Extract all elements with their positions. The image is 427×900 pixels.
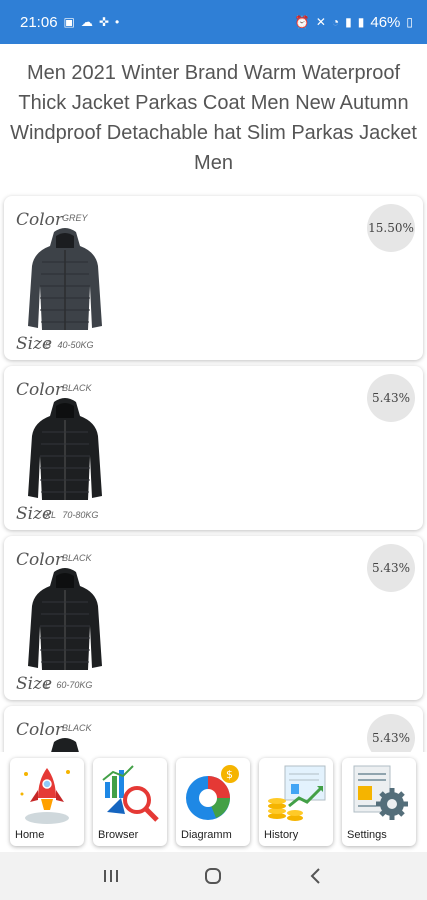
nav-label: Browser xyxy=(98,829,139,841)
dot-icon: • xyxy=(114,15,120,29)
size-value: XL 70-80KG xyxy=(45,510,99,520)
size-value: L 60-70KG xyxy=(45,680,93,690)
rocket-icon xyxy=(20,768,70,824)
recent-apps-button[interactable] xyxy=(96,861,126,891)
back-chevron-icon xyxy=(310,868,320,884)
growth-chart-icon xyxy=(268,765,326,821)
product-title: Men 2021 Winter Brand Warm Waterproof Th… xyxy=(10,62,417,174)
size-value: S 40-50KG xyxy=(45,340,94,350)
variant-card[interactable]: Color BLACK 5.43% xyxy=(4,706,423,752)
system-nav-bar xyxy=(0,852,427,900)
signal-icon: ▮ xyxy=(357,15,365,29)
jacket-image xyxy=(51,738,79,752)
home-circle-icon xyxy=(205,868,222,884)
jacket-image xyxy=(28,228,102,330)
color-value: GREY xyxy=(62,213,88,223)
nav-label: Settings xyxy=(347,829,387,841)
nav-diagramm[interactable]: $ Diagramm xyxy=(176,758,250,846)
status-time: 21:06 xyxy=(20,13,58,31)
variant-card[interactable]: Color GREY Size S 40-50KG 15.50% xyxy=(4,196,423,360)
percent-badge: 5.43% xyxy=(367,374,415,422)
svg-text:$: $ xyxy=(226,768,233,781)
nav-label: Home xyxy=(15,829,45,841)
color-value: BLACK xyxy=(62,723,92,733)
wifi-icon: ◔ xyxy=(331,15,340,29)
percent-badge: 5.43% xyxy=(367,544,415,592)
percent-badge: 5.43% xyxy=(367,714,415,752)
variant-card[interactable]: Color BLACK Size L 60-70KG 5.43% xyxy=(4,536,423,700)
pie-chart-icon: $ xyxy=(186,765,239,820)
variant-card[interactable]: Color BLACK Size XL 70-80KG 5.43% xyxy=(4,366,423,530)
nav-settings[interactable]: Settings xyxy=(342,758,416,846)
color-value: BLACK xyxy=(62,553,92,563)
nav-history[interactable]: History xyxy=(259,758,333,846)
alarm-icon: ⏰ xyxy=(294,15,310,29)
gear-document-icon xyxy=(353,765,408,820)
battery-icon: ▯ xyxy=(406,15,413,29)
search-chart-icon xyxy=(102,765,159,822)
nav-label: History xyxy=(264,829,299,841)
nav-home[interactable]: Home xyxy=(10,758,84,846)
home-button[interactable] xyxy=(198,861,228,891)
gamepad-icon: ✜ xyxy=(98,15,109,29)
bottom-nav: Home Browser $ Diagramm History Settings xyxy=(0,752,427,848)
battery-level: 46% xyxy=(370,13,401,31)
mute-icon: ✕ xyxy=(315,15,326,29)
recent-apps-icon xyxy=(104,870,119,882)
status-bar: 21:06 ▣ ☁ ✜ • ⏰ ✕ ◔ ▮ ▮ 46% ▯ xyxy=(0,0,427,44)
percent-badge: 15.50% xyxy=(367,204,415,252)
jacket-image xyxy=(28,568,102,670)
nav-label: Diagramm xyxy=(181,829,232,841)
cloud-icon: ☁ xyxy=(80,15,93,29)
nav-browser[interactable]: Browser xyxy=(93,758,167,846)
jacket-image xyxy=(28,398,102,500)
variant-list[interactable]: Color GREY Size S 40-50KG 15.50% Color B… xyxy=(0,192,427,752)
color-value: BLACK xyxy=(62,383,92,393)
back-button[interactable] xyxy=(301,861,331,891)
image-icon: ▣ xyxy=(63,15,75,29)
signal-icon: ▮ xyxy=(345,15,352,29)
